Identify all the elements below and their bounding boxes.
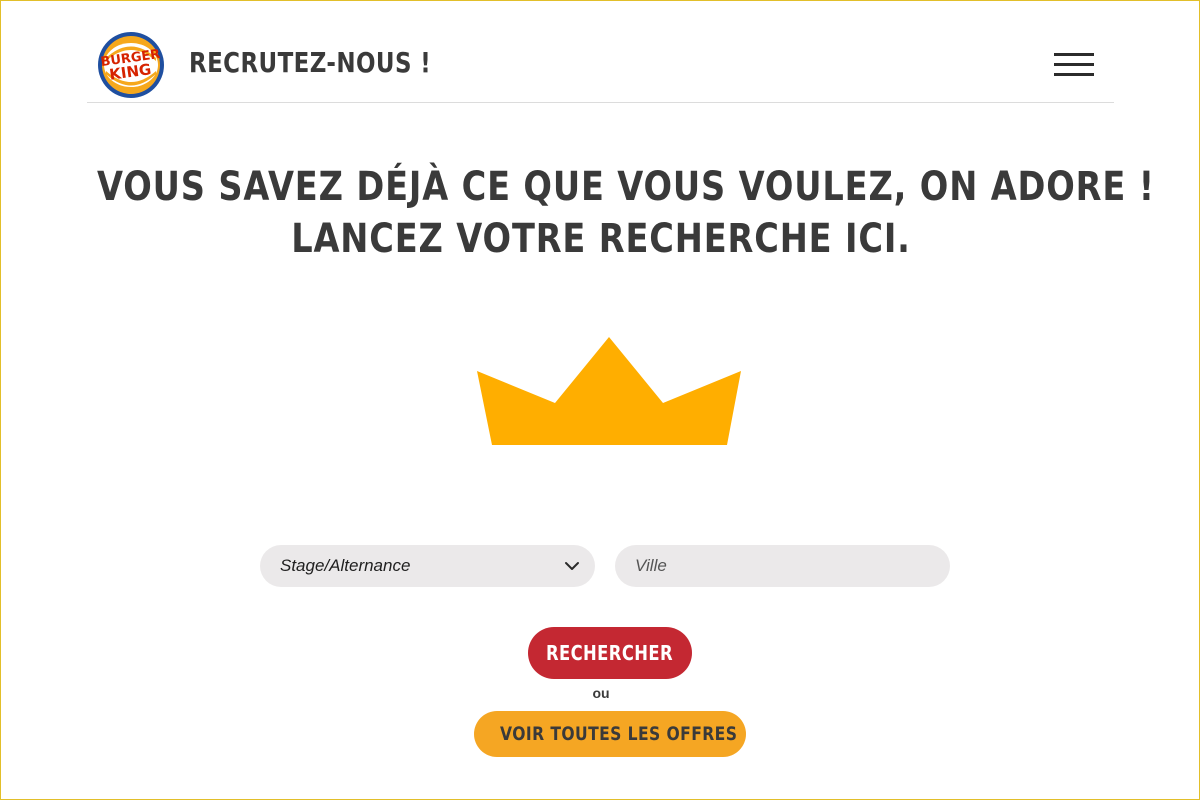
or-separator: ou <box>592 685 610 701</box>
headline-line-2: LANCEZ VOTRE RECHERCHE ICI. <box>291 216 911 262</box>
menu-bar <box>1054 53 1094 56</box>
city-input[interactable] <box>615 545 950 587</box>
burger-king-logo[interactable]: BURGER KING <box>97 31 165 99</box>
page-frame: BURGER KING RECRUTEZ-NOUS ! VOUS SAVEZ D… <box>0 0 1200 800</box>
contract-type-selected-value: Stage/Alternance <box>280 556 411 575</box>
all-offers-button[interactable]: VOIR TOUTES LES OFFRES <box>474 711 746 757</box>
headline: VOUS SAVEZ DÉJÀ CE QUE VOUS VOULEZ, ON A… <box>1 161 1200 265</box>
search-button[interactable]: RECHERCHER <box>528 627 692 679</box>
menu-bar <box>1054 63 1094 66</box>
page-title: RECRUTEZ-NOUS ! <box>189 46 432 79</box>
crown-icon <box>477 337 741 445</box>
headline-line-1: VOUS SAVEZ DÉJÀ CE QUE VOUS VOULEZ, ON A… <box>97 164 1155 210</box>
crown-shape <box>477 337 741 445</box>
menu-bar <box>1054 73 1094 76</box>
site-header: BURGER KING RECRUTEZ-NOUS ! <box>87 29 1114 103</box>
all-offers-button-label: VOIR TOUTES LES OFFRES <box>500 723 738 745</box>
hamburger-menu-icon[interactable] <box>1054 53 1094 79</box>
search-button-label: RECHERCHER <box>546 641 674 665</box>
chevron-down-icon <box>565 562 579 570</box>
contract-type-select[interactable]: Stage/Alternance <box>260 545 595 587</box>
